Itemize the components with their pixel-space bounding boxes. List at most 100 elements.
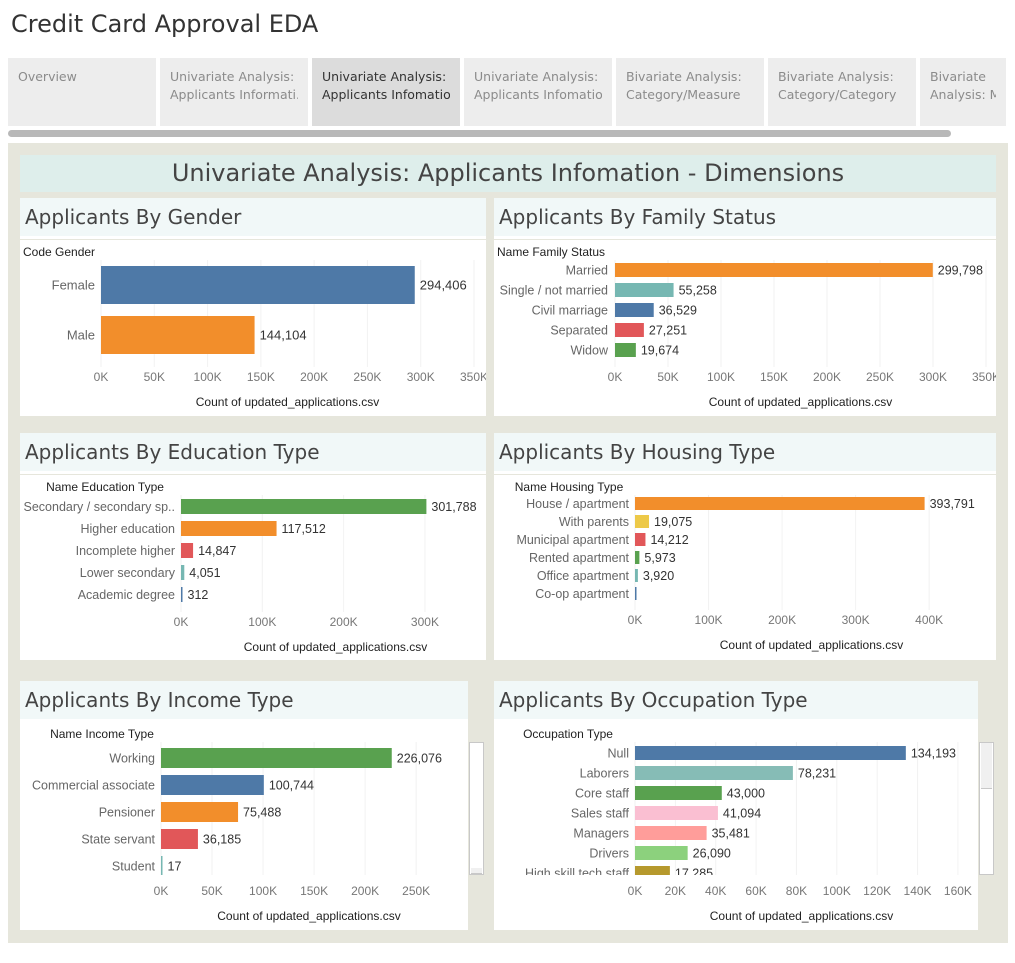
category-label: House / apartment <box>526 497 629 511</box>
bar-academic-degree <box>181 587 183 602</box>
bars-group: Null 134,193 Laborers 78,231 Core staff 43,00… <box>525 742 959 875</box>
tick-label: 0K <box>608 370 623 384</box>
category-label: Academic degree <box>78 588 175 602</box>
bar-student <box>161 856 163 875</box>
category-label: Core staff <box>575 787 629 801</box>
bars-group: Working 226,076 Commercial associate 100,74… <box>32 742 442 875</box>
gender-chart: Code Gender Female 294,406 Male 144,104 0K 50K… <box>23 245 488 409</box>
tab-label: Univariate Analysis: <box>474 69 599 84</box>
dimension-label: Name Housing Type <box>515 480 624 494</box>
bars-group: Secondary / secondary sp.. 301,788 Higher … <box>24 495 477 612</box>
bar-secondary-secondary-sp <box>181 499 427 514</box>
bars-group: Female 294,406 Male 144,104 <box>52 260 475 367</box>
tick-label: 50K <box>144 370 165 384</box>
tick-label: 200K <box>300 370 328 384</box>
data-label: 35,481 <box>712 827 750 841</box>
tick-label: 150K <box>760 370 788 384</box>
tab-scrollbar[interactable] <box>8 130 951 137</box>
tab-label: Bivariate <box>930 69 986 84</box>
data-label: 78,231 <box>798 767 836 781</box>
occupation-chart-scrollbar[interactable] <box>979 742 994 875</box>
bar-with-parents <box>635 515 650 528</box>
category-label: Higher education <box>80 522 175 536</box>
category-label: Rented apartment <box>529 551 630 565</box>
x-axis-title: Count of updated_applications.csv <box>244 640 427 654</box>
data-label: 299,798 <box>938 264 983 278</box>
dimension-label: Code Gender <box>23 245 95 259</box>
category-label: Laborers <box>580 767 629 781</box>
tab-label: Univariate Analysis: <box>170 69 295 84</box>
bar-core-staff <box>635 786 722 800</box>
income-chart: Name Income Type Working 226,076 Commercial… <box>32 727 442 923</box>
tab-bivariate-measure[interactable]: Bivariate Analysis: Me.. <box>920 58 1008 126</box>
housing-chart-title: Applicants By Housing Type <box>494 433 996 474</box>
bar-married <box>615 263 933 277</box>
tab-univariate-applicants-2[interactable]: Univariate Analysis: Applicants Infomati… <box>312 58 462 126</box>
bar-office-apartment <box>635 569 638 582</box>
tick-label: 100K <box>248 615 276 629</box>
scrollbar-thumb[interactable] <box>471 868 482 874</box>
data-label: 19,075 <box>654 515 692 529</box>
data-label: 27,251 <box>649 324 687 338</box>
tick-label: 20K <box>665 884 686 898</box>
x-axis-title: Count of updated_applications.csv <box>720 638 903 652</box>
tick-label: 350K <box>460 370 486 384</box>
dimension-label: Name Family Status <box>497 245 605 259</box>
tab-bivariate-category-category[interactable]: Bivariate Analysis: Category/Category <box>768 58 918 126</box>
category-label: With parents <box>559 515 629 529</box>
dimension-label: Occupation Type <box>523 727 613 741</box>
tick-label: 200K <box>813 370 841 384</box>
scrollbar-thumb[interactable] <box>981 743 992 789</box>
category-label: Sales staff <box>571 807 630 821</box>
tick-label: 100K <box>249 884 277 898</box>
gender-chart-panel: Code Gender Female 294,406 Male 144,104 0K 50K… <box>20 240 488 416</box>
bar-commercial-associate <box>161 775 264 795</box>
data-label: 100,744 <box>269 779 314 793</box>
housing-chart: Name Housing Type House / apartment 393,79… <box>515 480 975 652</box>
occupation-chart-panel: Occupation Type Null 134,193 Laborers 78,231… <box>494 722 994 930</box>
tab-label-2: Applicants Infomatio.. <box>474 87 602 102</box>
tick-label: 400K <box>915 613 943 627</box>
category-label: Co-op apartment <box>535 587 629 601</box>
tick-label: 300K <box>407 370 435 384</box>
page-title: Credit Card Approval EDA <box>11 10 319 38</box>
tab-univariate-applicants-1[interactable]: Univariate Analysis: Applicants Informat… <box>160 58 310 126</box>
category-label: Incomplete higher <box>76 544 175 558</box>
bar-co-op-apartment <box>635 587 637 600</box>
category-label: Widow <box>570 344 608 358</box>
x-axis-title: Count of updated_applications.csv <box>217 909 400 923</box>
category-label: Civil marriage <box>532 304 608 318</box>
category-label: Secondary / secondary sp.. <box>24 500 175 514</box>
tab-bar: Overview Univariate Analysis: Applicants… <box>8 58 1008 126</box>
bar-municipal-apartment <box>635 533 646 546</box>
data-label: 226,076 <box>397 752 442 766</box>
data-label: 41,094 <box>723 807 761 821</box>
tick-label: 100K <box>194 370 222 384</box>
category-label: Municipal apartment <box>516 533 629 547</box>
bars-group: Married 299,798 Single / not married 55,258… <box>500 260 987 367</box>
income-chart-panel: Name Income Type Working 226,076 Commercial… <box>20 722 484 930</box>
occupation-chart: Occupation Type Null 134,193 Laborers 78,231… <box>523 727 972 923</box>
category-label: Commercial associate <box>32 779 155 793</box>
tick-label: 140K <box>904 884 932 898</box>
tick-label: 100K <box>695 613 723 627</box>
bar-high-skill-tech-staff <box>635 866 670 875</box>
data-label: 36,185 <box>203 833 241 847</box>
data-label: 43,000 <box>727 787 765 801</box>
category-label: Single / not married <box>500 284 608 298</box>
tab-bivariate-category-measure[interactable]: Bivariate Analysis: Category/Measure <box>616 58 766 126</box>
income-chart-title: Applicants By Income Type <box>20 681 468 722</box>
occupation-chart-title: Applicants By Occupation Type <box>494 681 978 722</box>
data-label: 312 <box>188 588 209 602</box>
category-label: Drivers <box>589 847 629 861</box>
education-chart: Name Education TypeSecondary / secondary… <box>24 480 477 654</box>
tick-label: 0K <box>628 613 643 627</box>
tab-univariate-applicants-3[interactable]: Univariate Analysis: Applicants Infomati… <box>464 58 614 126</box>
tab-overview[interactable]: Overview <box>8 58 158 126</box>
tab-label: Bivariate Analysis: <box>778 69 894 84</box>
bar-rented-apartment <box>635 551 640 564</box>
bar-lower-secondary <box>181 565 185 580</box>
category-label: Student <box>112 860 156 874</box>
category-label: Null <box>607 747 629 761</box>
income-chart-scrollbar[interactable] <box>469 742 484 875</box>
